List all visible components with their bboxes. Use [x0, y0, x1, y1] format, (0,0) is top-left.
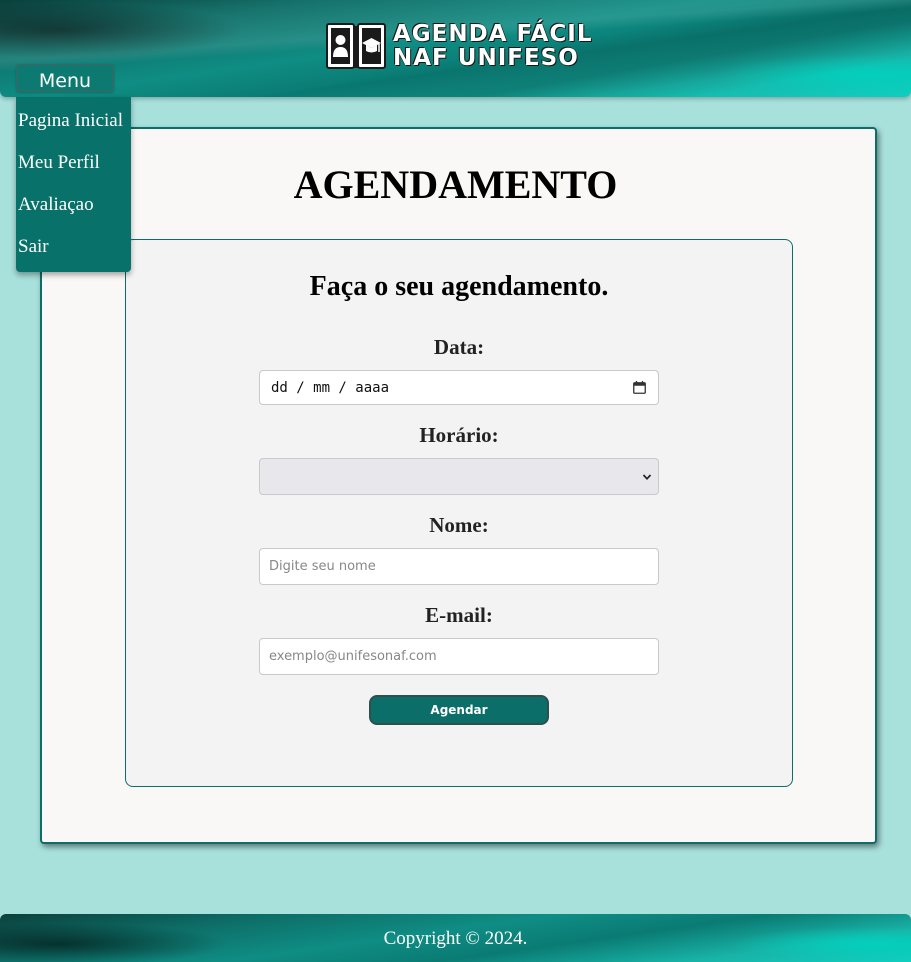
name-label: Nome:	[429, 513, 489, 537]
menu-item-sair[interactable]: Sair	[18, 236, 49, 258]
email-input-placeholder: exemplo@unifesonaf.com	[269, 649, 437, 664]
chevron-down-icon	[642, 474, 652, 481]
email-input[interactable]: exemplo@unifesonaf.com	[259, 638, 659, 675]
date-input-value: dd / mm / aaaa	[271, 379, 390, 396]
book-with-user-and-graduation-cap-icon	[326, 23, 386, 69]
date-label: Data:	[433, 335, 485, 359]
time-select[interactable]	[259, 458, 659, 495]
email-label: E-mail:	[425, 603, 493, 627]
time-label: Horário:	[419, 423, 499, 447]
site-logo[interactable]: AGENDA FÁCIL NAF UNIFESO	[325, 20, 593, 72]
menu-item-pagina-inicial[interactable]: Pagina Inicial	[18, 110, 123, 132]
menu-button[interactable]: Menu	[16, 64, 114, 92]
name-input-placeholder: Digite seu nome	[269, 559, 376, 574]
menu-dropdown: Pagina Inicial Meu Perfil Avaliaçao Sair	[16, 97, 131, 272]
page-title: AGENDAMENTO	[293, 162, 618, 207]
logo-text: AGENDA FÁCIL NAF UNIFESO	[393, 22, 593, 70]
copyright-text: Copyright © 2024.	[383, 928, 528, 949]
logo-title-line2: NAF UNIFESO	[393, 45, 579, 71]
menu-item-avaliacao[interactable]: Avaliaçao	[18, 194, 94, 216]
calendar-icon[interactable]	[633, 381, 646, 394]
agendar-button[interactable]: Agendar	[369, 695, 549, 725]
logo-title-line1: AGENDA FÁCIL	[393, 21, 593, 47]
form-title: Faça o seu agendamento.	[309, 271, 609, 302]
menu-item-meu-perfil[interactable]: Meu Perfil	[18, 152, 100, 174]
name-input[interactable]: Digite seu nome	[259, 548, 659, 585]
date-input[interactable]: dd / mm / aaaa	[259, 370, 659, 405]
